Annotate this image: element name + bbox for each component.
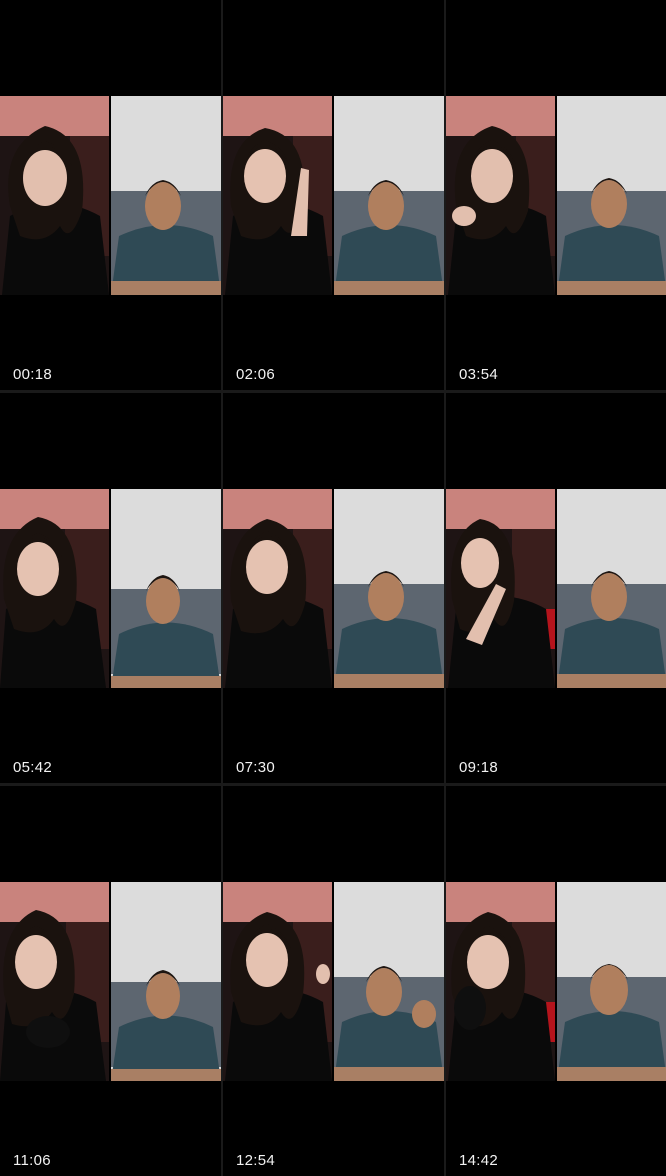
timestamp-label: 07:30 [236,759,276,776]
right-participant-video [111,96,221,295]
left-participant-video [223,96,332,295]
thumbnail-5[interactable]: 07:30 [223,393,444,783]
thumbnail-1[interactable]: 00:18 [0,0,221,390]
row-divider [0,783,666,786]
timestamp-label: 14:42 [459,1152,499,1169]
right-participant-video [557,96,666,295]
video-frame [0,96,221,295]
right-participant-video [334,96,444,295]
right-participant-video [334,489,444,688]
column-divider [221,0,223,1176]
timestamp-label: 00:18 [13,366,53,383]
video-frame [446,489,666,688]
thumbnail-8[interactable]: 12:54 [223,786,444,1176]
right-participant-video [557,489,666,688]
video-frame [446,96,666,295]
thumbnail-7[interactable]: 11:06 [0,786,221,1176]
left-participant-video [223,882,332,1081]
thumbnail-4[interactable]: 05:42 [0,393,221,783]
thumbnail-grid: 00:18 02:06 03:54 05:42 07:30 09:18 11:0… [0,0,666,1176]
left-participant-video [223,489,332,688]
row-divider [0,390,666,393]
timestamp-label: 09:18 [459,759,499,776]
video-frame [223,882,444,1081]
thumbnail-6[interactable]: 09:18 [446,393,666,783]
left-participant-video [446,96,555,295]
timestamp-label: 12:54 [236,1152,276,1169]
video-frame [0,882,221,1081]
column-divider [444,0,446,1176]
right-participant-video [111,489,221,688]
timestamp-label: 11:06 [13,1152,51,1169]
left-participant-video [0,882,109,1081]
video-frame [223,489,444,688]
timestamp-label: 05:42 [13,759,53,776]
right-participant-video [557,882,666,1081]
thumbnail-3[interactable]: 03:54 [446,0,666,390]
timestamp-label: 02:06 [236,366,276,383]
left-participant-video [0,96,109,295]
video-frame [223,96,444,295]
thumbnail-9[interactable]: 14:42 [446,786,666,1176]
right-participant-video [334,882,444,1081]
timestamp-label: 03:54 [459,366,499,383]
video-frame [0,489,221,688]
video-frame [446,882,666,1081]
left-participant-video [446,882,555,1081]
thumbnail-2[interactable]: 02:06 [223,0,444,390]
left-participant-video [446,489,555,688]
right-participant-video [111,882,221,1081]
left-participant-video [0,489,109,688]
